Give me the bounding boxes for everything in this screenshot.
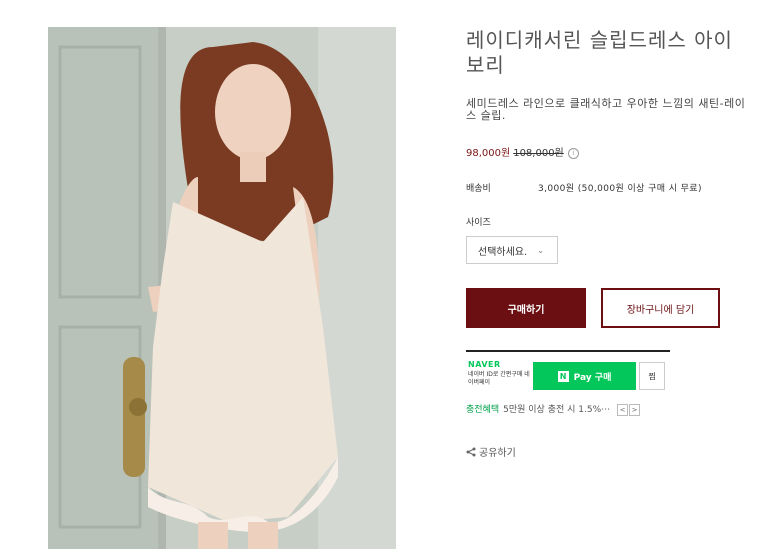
product-photo[interactable] xyxy=(48,27,396,549)
price-row: 98,000원 108,000원 i xyxy=(466,144,579,159)
point-text: 5만원 이상 충전 시 1.5%⋯ xyxy=(503,405,611,415)
point-benefit-row: 충전혜택 5만원 이상 충전 시 1.5%⋯ < > xyxy=(466,402,641,416)
add-to-cart-button[interactable]: 장바구니에 담기 xyxy=(601,288,720,328)
info-icon[interactable]: i xyxy=(567,148,579,159)
naver-n-icon: N xyxy=(557,370,569,382)
size-label: 사이즈 xyxy=(466,218,491,228)
share-label: 공유하기 xyxy=(479,448,516,459)
naver-pay-button[interactable]: N Pay 구매 xyxy=(533,362,636,390)
shipping-value: 3,000원 (50,000원 이상 구매 시 무료) xyxy=(538,184,702,194)
price-original: 108,000원 xyxy=(513,148,564,159)
shipping-label: 배송비 xyxy=(466,184,491,194)
naver-logo: NAVER xyxy=(468,360,501,369)
naver-sub-text: 네이버 ID로 간편구매 네이버페이 xyxy=(468,371,530,386)
next-arrow-icon[interactable]: > xyxy=(629,403,640,416)
size-select[interactable]: 선택하세요. ⌄ xyxy=(466,236,558,264)
size-selected-value: 선택하세요. xyxy=(478,246,528,258)
naver-pay-box: NAVER 네이버 ID로 간편구매 네이버페이 N Pay 구매 찜 xyxy=(466,350,670,394)
wishlist-button[interactable]: 찜 xyxy=(639,362,665,390)
share-icon xyxy=(466,447,476,457)
buy-button[interactable]: 구매하기 xyxy=(466,288,586,328)
prev-arrow-icon[interactable]: < xyxy=(617,403,628,416)
point-arrows: < > xyxy=(617,403,641,416)
naver-pay-label: Pay 구매 xyxy=(573,372,612,383)
product-summary: 세미드레스 라인으로 클래식하고 우아한 느낌의 새틴-레이스 슬립. xyxy=(466,97,746,122)
product-title: 레이디캐서린 슬립드레스 아이보리 xyxy=(466,28,733,77)
chevron-down-icon: ⌄ xyxy=(537,245,544,255)
share-button[interactable]: 공유하기 xyxy=(466,444,516,459)
price-current: 98,000원 xyxy=(466,148,511,159)
point-tag: 충전혜택 xyxy=(466,405,500,415)
